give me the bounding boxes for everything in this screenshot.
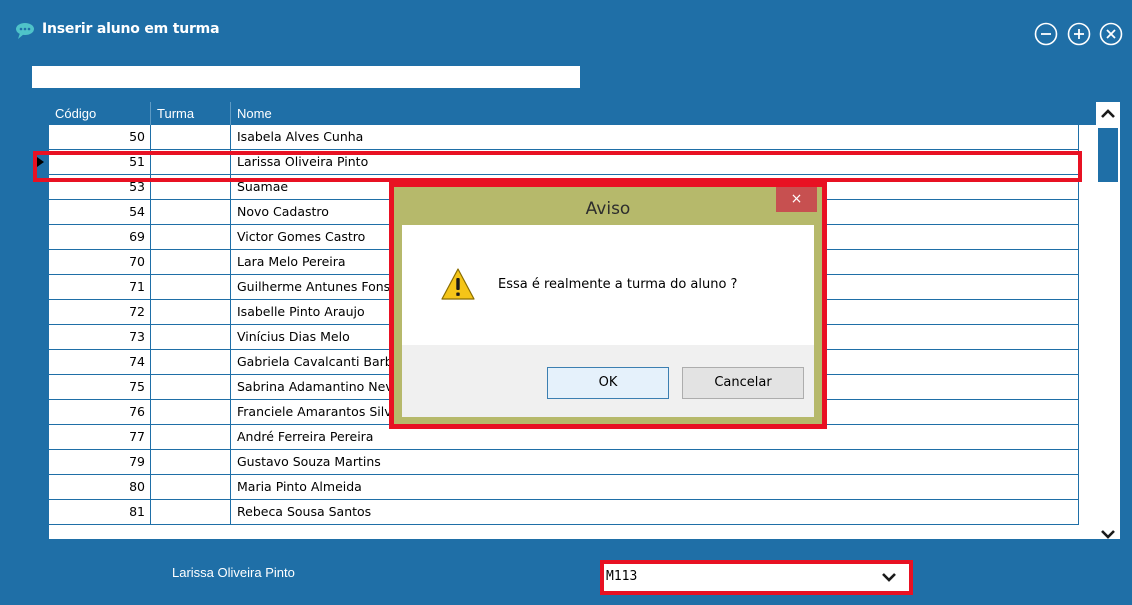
grid-header: Código Turma Nome <box>33 102 1099 125</box>
ok-button[interactable]: OK <box>547 367 669 399</box>
cell-turma[interactable] <box>151 175 231 200</box>
cell-codigo[interactable]: 70 <box>49 250 151 275</box>
scroll-thumb[interactable] <box>1098 128 1118 182</box>
table-row[interactable]: 80 Maria Pinto Almeida <box>33 475 1099 500</box>
cell-turma[interactable] <box>151 300 231 325</box>
cell-turma[interactable] <box>151 500 231 525</box>
scroll-up-icon[interactable] <box>1096 102 1120 126</box>
warning-icon <box>441 268 475 300</box>
search-input[interactable] <box>32 66 580 88</box>
cell-codigo[interactable]: 69 <box>49 225 151 250</box>
column-header-codigo[interactable]: Código <box>49 102 151 125</box>
cell-codigo[interactable]: 54 <box>49 200 151 225</box>
turma-select[interactable]: M113 <box>604 564 909 591</box>
cell-codigo[interactable]: 80 <box>49 475 151 500</box>
scroll-down-icon[interactable] <box>1096 522 1120 546</box>
minimize-icon[interactable] <box>1034 22 1058 46</box>
column-header-nome[interactable]: Nome <box>231 102 1079 125</box>
cell-codigo[interactable]: 73 <box>49 325 151 350</box>
cell-codigo[interactable]: 51 <box>49 150 151 175</box>
cell-turma[interactable] <box>151 250 231 275</box>
cell-turma[interactable] <box>151 350 231 375</box>
cell-nome[interactable]: Isabela Alves Cunha <box>231 125 1079 150</box>
cell-codigo[interactable]: 76 <box>49 400 151 425</box>
cell-codigo[interactable]: 74 <box>49 350 151 375</box>
dialog-message: Essa é realmente a turma do aluno ? <box>498 277 738 292</box>
chevron-down-icon[interactable] <box>881 570 897 584</box>
cell-codigo[interactable]: 53 <box>49 175 151 200</box>
cell-codigo[interactable]: 79 <box>49 450 151 475</box>
cell-codigo[interactable]: 50 <box>49 125 151 150</box>
vertical-scrollbar[interactable] <box>1096 102 1120 539</box>
cell-codigo[interactable]: 75 <box>49 375 151 400</box>
cell-turma[interactable] <box>151 275 231 300</box>
selected-student-label: Larissa Oliveira Pinto <box>172 565 295 580</box>
confirm-dialog: Aviso × Essa é realmente a turma do alun… <box>389 182 827 429</box>
cell-turma[interactable] <box>151 325 231 350</box>
cell-codigo[interactable]: 71 <box>49 275 151 300</box>
table-row[interactable]: 50 Isabela Alves Cunha <box>33 125 1099 150</box>
table-row[interactable]: 79 Gustavo Souza Martins <box>33 450 1099 475</box>
dialog-title: Aviso <box>585 199 631 219</box>
cell-turma[interactable] <box>151 125 231 150</box>
title-bar: Inserir aluno em turma <box>0 8 1132 56</box>
cell-codigo[interactable]: 72 <box>49 300 151 325</box>
cell-nome[interactable]: Larissa Oliveira Pinto <box>231 150 1079 175</box>
row-pointer-icon <box>37 157 44 167</box>
turma-select-value: M113 <box>606 569 638 584</box>
cell-turma[interactable] <box>151 400 231 425</box>
cell-codigo[interactable]: 77 <box>49 425 151 450</box>
cell-turma[interactable] <box>151 425 231 450</box>
table-row[interactable]: 81 Rebeca Sousa Santos <box>33 500 1099 525</box>
cell-turma[interactable] <box>151 150 231 175</box>
close-icon[interactable] <box>1099 22 1123 46</box>
dialog-close-button[interactable]: × <box>776 187 817 212</box>
cell-nome[interactable]: Gustavo Souza Martins <box>231 450 1079 475</box>
maximize-icon[interactable] <box>1067 22 1091 46</box>
cell-codigo[interactable]: 81 <box>49 500 151 525</box>
cell-turma[interactable] <box>151 475 231 500</box>
cell-nome[interactable]: Maria Pinto Almeida <box>231 475 1079 500</box>
column-header-turma[interactable]: Turma <box>151 102 231 125</box>
dialog-body: Essa é realmente a turma do aluno ? OK C… <box>402 225 814 417</box>
cell-turma[interactable] <box>151 375 231 400</box>
cell-turma[interactable] <box>151 450 231 475</box>
chat-bubble-icon <box>16 23 34 39</box>
cancel-button[interactable]: Cancelar <box>682 367 804 399</box>
cell-nome[interactable]: Rebeca Sousa Santos <box>231 500 1079 525</box>
window-title: Inserir aluno em turma <box>42 21 220 37</box>
cell-turma[interactable] <box>151 200 231 225</box>
app-window: Inserir aluno em turma Código Turma Nome… <box>0 0 1132 605</box>
cell-turma[interactable] <box>151 225 231 250</box>
table-row[interactable]: 51 Larissa Oliveira Pinto <box>33 150 1099 175</box>
